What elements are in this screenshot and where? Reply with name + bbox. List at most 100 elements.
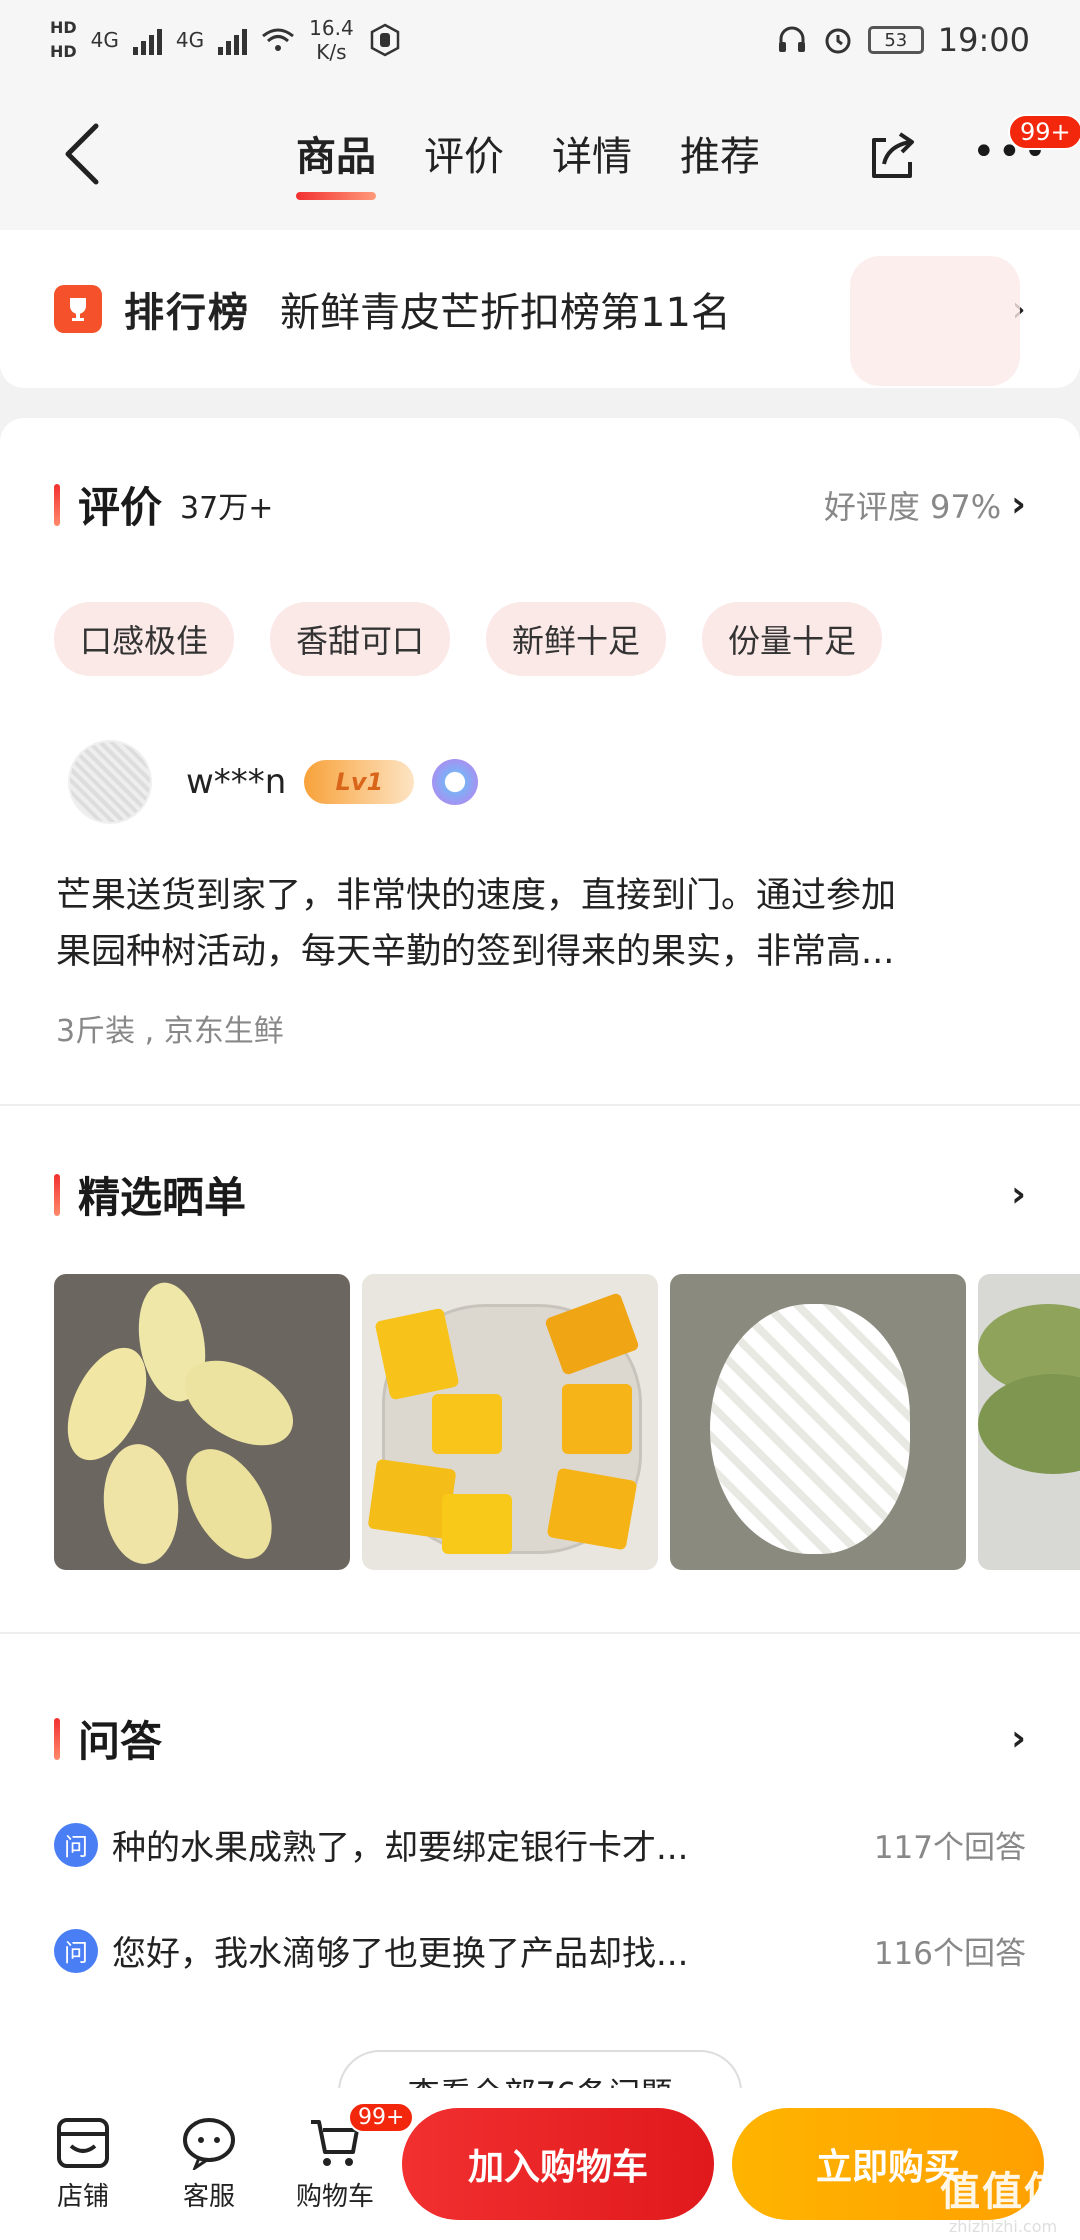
bottom-action-bar: 店铺 客服 99+ 购物车 加入购物车 立即购买 值值值 zhizhizhi.c…: [0, 2088, 1080, 2240]
review-tag[interactable]: 份量十足: [702, 602, 883, 676]
mango-chunk: [562, 1384, 632, 1454]
section-accent-bar: [54, 1173, 60, 1216]
question-icon: 问: [54, 1928, 98, 1973]
tab-recommend[interactable]: 推荐: [680, 124, 760, 200]
mango-shape: [98, 1441, 184, 1567]
section-accent-bar: [54, 1717, 60, 1760]
signal-icon: [132, 25, 162, 55]
chevron-right-icon: ›: [1011, 1174, 1026, 1215]
network-2-label: 4G: [175, 28, 205, 52]
qa-answer-count: 116个回答: [873, 1936, 1026, 1972]
status-right: 53 19:00: [776, 21, 1030, 59]
alarm-icon: [825, 28, 851, 54]
qa-item[interactable]: 问 种的水果成熟了，却要绑定银行卡才... 117个回答: [54, 1820, 1026, 1869]
more-badge: 99+: [1008, 114, 1080, 150]
review-tag[interactable]: 口感极佳: [54, 602, 235, 676]
mango-chunk: [432, 1394, 502, 1454]
rating-label: 好评度 97%: [823, 487, 1002, 526]
plus-member-icon: [432, 759, 479, 805]
rating-link[interactable]: 好评度 97% ›: [824, 482, 1026, 528]
question-icon: 问: [54, 1822, 98, 1867]
showcase-more[interactable]: ›: [1011, 1174, 1026, 1215]
speed-unit: K/s: [316, 40, 347, 64]
showcase-photos: [54, 1274, 1080, 1570]
watermark-url: zhizhizhi.com: [948, 2217, 1058, 2236]
foam-net-shape: [710, 1304, 910, 1554]
watermark-brand: 值值值: [940, 2169, 1066, 2215]
status-bar: HD HD 4G 4G 16.4 K/s 53 19:00: [0, 0, 1080, 80]
chevron-right-icon: ›: [1011, 1718, 1026, 1759]
speed-value: 16.4: [309, 16, 354, 40]
review-text-line: 果园种树活动，每天辛勤的签到得来的果实，非常高...: [56, 932, 895, 972]
back-arrow-icon[interactable]: [60, 122, 104, 186]
status-left: HD HD 4G 4G 16.4 K/s: [50, 16, 402, 64]
hd1-label: HD: [50, 18, 77, 37]
showcase-header[interactable]: 精选晒单 ›: [54, 1164, 1026, 1225]
review-text-line: 芒果送货到家了，非常快的速度，直接到门。通过参加: [56, 876, 897, 916]
cart-button[interactable]: 99+ 购物车: [272, 2101, 415, 2213]
tab-product[interactable]: 商品: [296, 124, 376, 200]
shop-button[interactable]: 店铺: [20, 2116, 146, 2213]
watermark-logo: 值值值 zhizhizhi.com: [940, 2159, 1066, 2236]
clock: 19:00: [937, 21, 1030, 59]
service-label: 客服: [182, 2181, 235, 2212]
showcase-photo-green-mango[interactable]: [978, 1274, 1080, 1570]
level-badge: Lv1: [304, 760, 415, 804]
review-meta: 3斤装 , 京东生鲜: [56, 1014, 284, 1049]
mango-chunk: [546, 1467, 638, 1551]
hd2-label: HD: [50, 42, 77, 61]
tab-reviews[interactable]: 评价: [424, 124, 504, 200]
qa-title: 问答: [78, 1717, 163, 1766]
shop-label: 店铺: [56, 2181, 109, 2212]
qa-more[interactable]: ›: [1011, 1718, 1026, 1759]
mango-shape: [168, 1434, 290, 1570]
cart-badge: 99+: [348, 2101, 415, 2133]
showcase-title: 精选晒单: [78, 1173, 247, 1222]
add-to-cart-button[interactable]: 加入购物车: [402, 2108, 714, 2220]
trophy-icon: [54, 285, 102, 333]
review-tags: 口感极佳 香甜可口 新鲜十足 份量十足: [54, 602, 883, 676]
qa-answer-count: 117个回答: [873, 1830, 1026, 1866]
shop-icon: [57, 2117, 109, 2168]
qa-question: 种的水果成熟了，却要绑定银行卡才...: [112, 1828, 689, 1868]
mango-chunk: [442, 1494, 512, 1554]
cart-label: 购物车: [295, 2181, 374, 2212]
battery-indicator: 53: [867, 26, 924, 54]
hd-indicator: HD HD: [50, 16, 77, 64]
review-tag[interactable]: 香甜可口: [270, 602, 451, 676]
ranking-decoration: [850, 256, 1020, 386]
header-tabs: 商品 评价 详情 推荐: [296, 124, 760, 200]
mango-shape: [978, 1374, 1080, 1474]
chat-icon: [183, 2117, 235, 2170]
ranking-banner[interactable]: 排行榜 新鲜青皮芒折扣榜第11名 ›: [0, 230, 1080, 388]
reviews-panel: 评价 37万+ 好评度 97% › 口感极佳 香甜可口 新鲜十足 份量十足 w*…: [0, 418, 1080, 2148]
reviewer-username: w***n: [186, 762, 287, 802]
network-speed: 16.4 K/s: [309, 16, 354, 64]
divider: [0, 1104, 1080, 1106]
customer-service-button[interactable]: 客服: [146, 2116, 272, 2213]
hand-icon: [370, 23, 399, 57]
avatar: [68, 740, 152, 824]
review-text[interactable]: 芒果送货到家了，非常快的速度，直接到门。通过参加 果园种树活动，每天辛勤的签到得…: [56, 868, 1016, 980]
share-icon[interactable]: [866, 130, 918, 182]
showcase-photo-cut-mango[interactable]: [362, 1274, 658, 1570]
reviews-title: 评价: [78, 483, 163, 532]
ranking-title: 排行榜: [124, 290, 250, 336]
header-nav: 商品 评价 详情 推荐 ••• 99+: [0, 80, 1080, 230]
tab-details[interactable]: 详情: [552, 124, 632, 200]
network-1-label: 4G: [90, 28, 119, 52]
ranking-description: 新鲜青皮芒折扣榜第11名: [280, 290, 731, 336]
reviews-count: 37万+: [180, 490, 274, 526]
review-tag[interactable]: 新鲜十足: [486, 602, 667, 676]
headset-icon: [778, 26, 805, 52]
wifi-icon: [262, 28, 295, 51]
signal-icon-2: [218, 25, 248, 55]
divider: [0, 1632, 1080, 1634]
section-accent-bar: [54, 483, 60, 526]
qa-header[interactable]: 问答 ›: [54, 1708, 1026, 1769]
qa-item[interactable]: 问 您好，我水滴够了也更换了产品却找... 116个回答: [54, 1926, 1026, 1975]
qa-question: 您好，我水滴够了也更换了产品却找...: [112, 1934, 689, 1974]
reviews-header[interactable]: 评价 37万+ 好评度 97% ›: [54, 474, 1026, 535]
showcase-photo-mangoes[interactable]: [54, 1274, 350, 1570]
showcase-photo-foam-net[interactable]: [670, 1274, 966, 1570]
